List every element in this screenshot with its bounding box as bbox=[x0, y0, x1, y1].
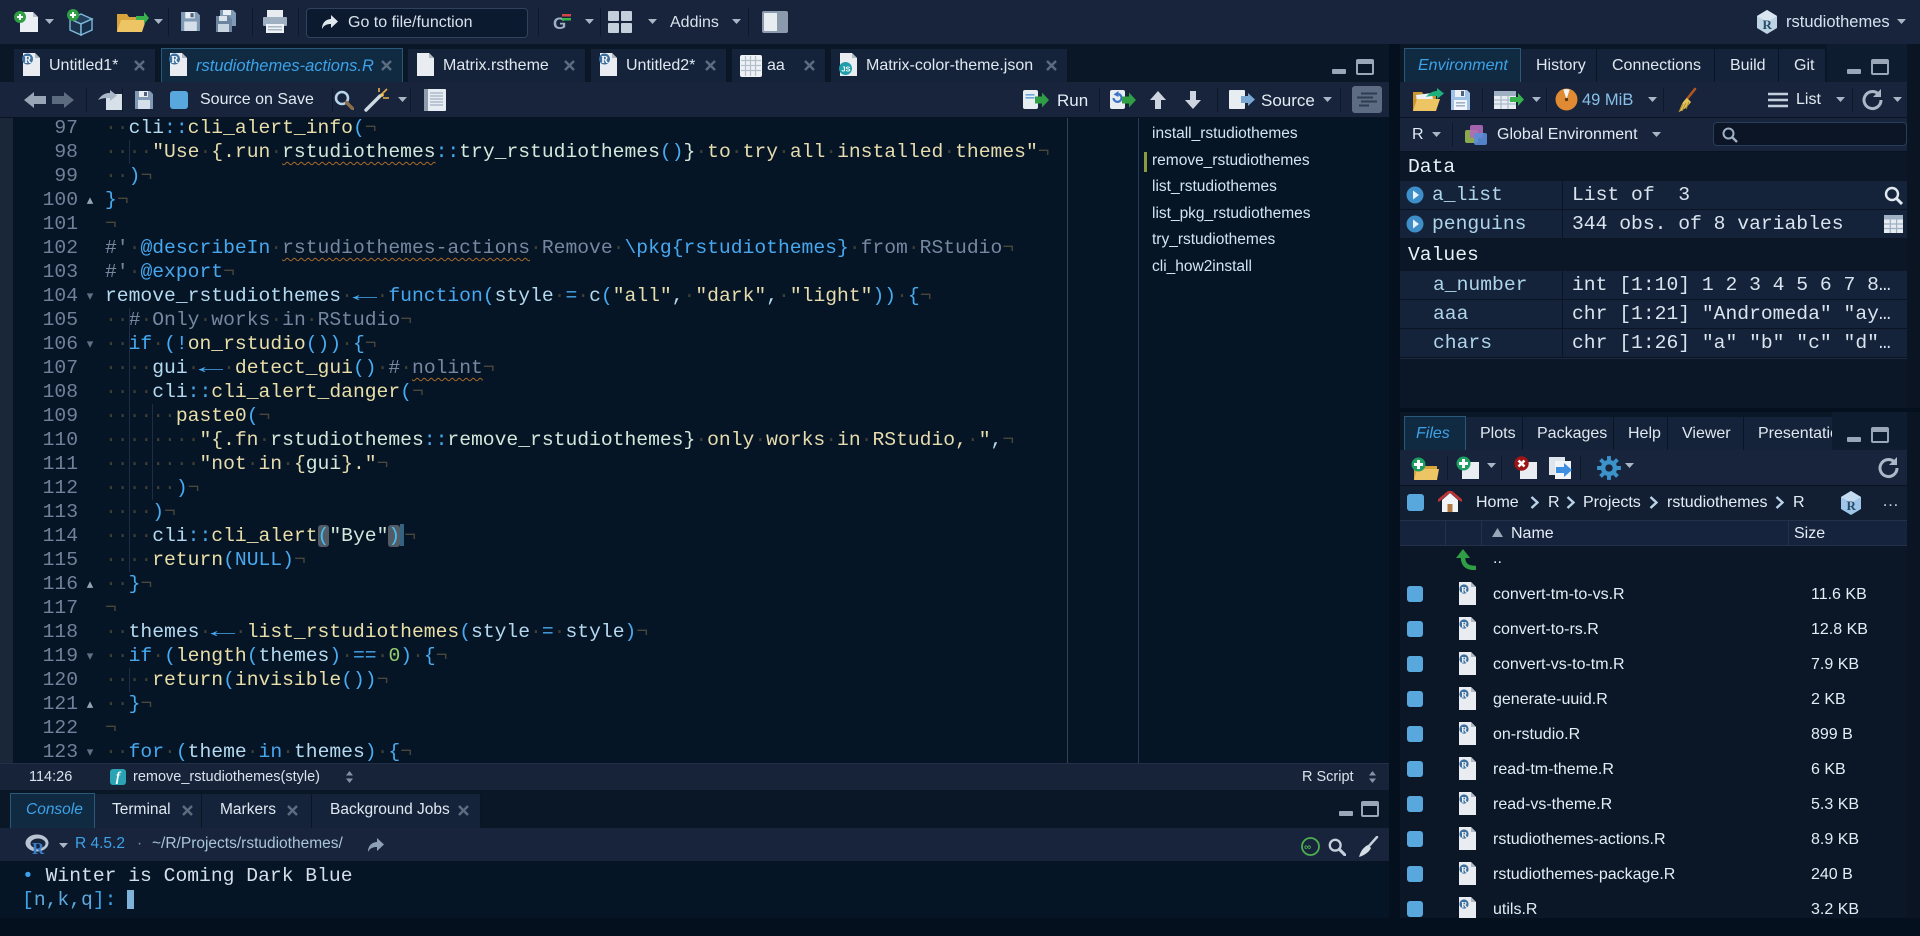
svg-text:R: R bbox=[1461, 864, 1468, 874]
svg-text:∞: ∞ bbox=[1304, 842, 1311, 853]
svg-text:R: R bbox=[1461, 899, 1468, 909]
svg-text:R: R bbox=[1763, 17, 1773, 32]
svg-text:R: R bbox=[1461, 654, 1468, 664]
svg-text:R: R bbox=[171, 55, 179, 66]
svg-text:R: R bbox=[1461, 794, 1468, 804]
svg-text:JS: JS bbox=[841, 64, 850, 73]
svg-text:R: R bbox=[1461, 619, 1468, 629]
svg-text:R: R bbox=[601, 55, 609, 66]
svg-text:R: R bbox=[24, 55, 32, 66]
svg-text:G: G bbox=[553, 14, 566, 33]
svg-text:R: R bbox=[32, 839, 45, 856]
svg-text:R: R bbox=[1847, 498, 1857, 513]
svg-text:R: R bbox=[1461, 689, 1468, 699]
svg-text:R: R bbox=[1461, 759, 1468, 769]
svg-text:R: R bbox=[1461, 724, 1468, 734]
svg-text:R: R bbox=[1461, 584, 1468, 594]
svg-text:R: R bbox=[1461, 829, 1468, 839]
